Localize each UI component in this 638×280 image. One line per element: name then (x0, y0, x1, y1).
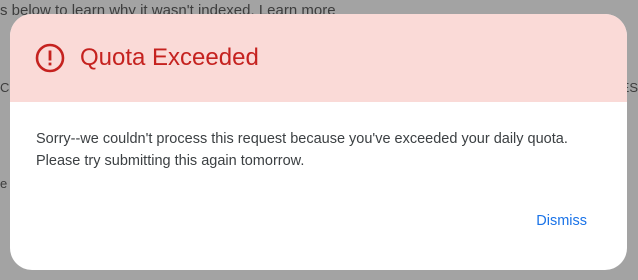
background-fragment: e (0, 176, 8, 191)
alert-circle-icon (35, 43, 65, 73)
dismiss-button[interactable]: Dismiss (536, 213, 587, 229)
dialog-actions: Dismiss (536, 212, 587, 230)
dialog-header: Quota Exceeded (10, 14, 627, 102)
dialog-title: Quota Exceeded (80, 44, 259, 71)
background-fragment: C (0, 80, 10, 95)
dialog-message: Sorry--we couldn't process this request … (36, 131, 568, 169)
quota-exceeded-dialog: Quota Exceeded Sorry--we couldn't proces… (10, 14, 627, 270)
